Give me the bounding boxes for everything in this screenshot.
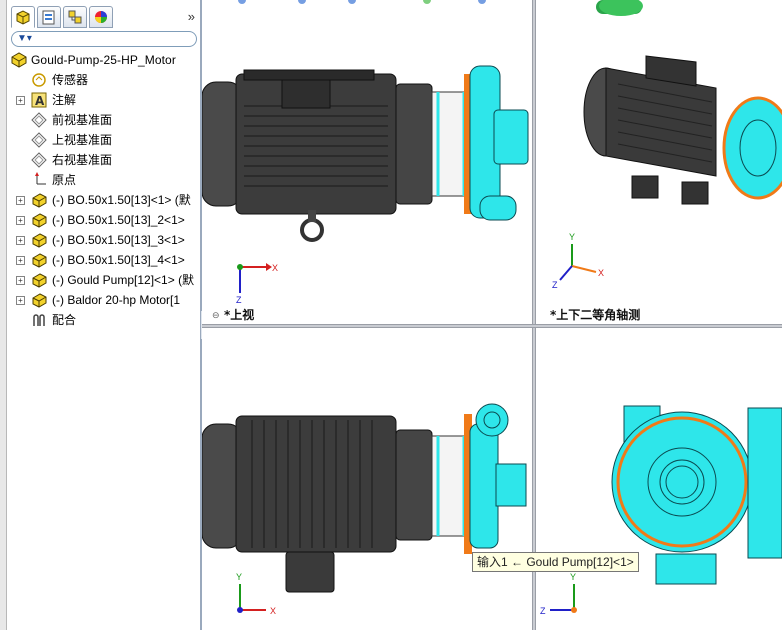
- expand-toggle-icon[interactable]: +: [16, 216, 25, 225]
- part-icon: [32, 273, 47, 288]
- expand-toggle-icon[interactable]: +: [16, 96, 25, 105]
- expand-toggle-icon[interactable]: +: [16, 236, 25, 245]
- part-icon: [32, 193, 47, 208]
- tab-display-manager[interactable]: [89, 6, 113, 28]
- part-icon: [32, 293, 47, 308]
- filter-icon: ▼▾: [17, 33, 32, 44]
- link-views-icon[interactable]: ⊖: [212, 310, 220, 321]
- tree-item[interactable]: + (-) BO.50x1.50[13]_3<1>: [7, 230, 200, 250]
- tree-item-label: 注解: [52, 93, 77, 107]
- tree-item[interactable]: 上视基准面: [7, 130, 200, 150]
- tree-item-label: (-) Gould Pump[12]<1> (默: [52, 273, 195, 287]
- feature-manager-panel: » ▼▾ Gould-Pump-25-HP_Motor 传感器 + A 注解前视基准面…: [7, 0, 207, 630]
- axis-triad-icon: Y Z: [540, 572, 577, 616]
- tree-root-assembly[interactable]: Gould-Pump-25-HP_Motor: [7, 50, 200, 70]
- svg-text:X: X: [598, 268, 604, 278]
- svg-text:X: X: [270, 606, 276, 616]
- axis-triad-icon: Y X: [236, 572, 276, 616]
- expand-toggle-icon[interactable]: +: [16, 196, 25, 205]
- plane-icon: [31, 152, 47, 168]
- axis-triad-icon: Y X Z: [552, 232, 604, 290]
- svg-text:Z: Z: [236, 295, 242, 305]
- tabs-overflow-chevron-icon[interactable]: »: [188, 9, 195, 24]
- tab-property-manager[interactable]: [37, 6, 61, 28]
- tree-item-label: (-) BO.50x1.50[13]_3<1>: [52, 233, 185, 247]
- tree-item-label: (-) BO.50x1.50[13]<1> (默: [52, 193, 191, 207]
- part-icon: [32, 213, 47, 228]
- viewport-front-view[interactable]: Y X: [202, 328, 532, 630]
- viewport-top-view[interactable]: X Z *上视 ⊖: [202, 0, 532, 324]
- plane-icon: [31, 132, 47, 148]
- svg-text:Y: Y: [569, 232, 575, 242]
- expand-toggle-icon[interactable]: +: [16, 256, 25, 265]
- viewport-right-view[interactable]: Y Z: [536, 328, 782, 630]
- part-icon: [32, 253, 47, 268]
- svg-text:X: X: [272, 263, 278, 273]
- tree-item-label: 原点: [52, 173, 77, 187]
- tree-item[interactable]: + (-) Baldor 20-hp Motor[1: [7, 290, 200, 310]
- tab-feature-manager[interactable]: [11, 6, 35, 28]
- tree-item-label: (-) BO.50x1.50[13]_4<1>: [52, 253, 185, 267]
- tree-item[interactable]: 原点: [7, 170, 200, 190]
- svg-text:A: A: [35, 94, 45, 108]
- mate-tooltip: 输入1 ← Gould Pump[12]<1>: [472, 552, 639, 572]
- configuration-manager-icon: [68, 10, 82, 24]
- svg-text:Y: Y: [236, 572, 242, 582]
- assembly-icon: [11, 52, 27, 68]
- tree-item[interactable]: + A 注解: [7, 90, 200, 110]
- svg-text:Y: Y: [570, 572, 576, 582]
- tree-item[interactable]: + (-) Gould Pump[12]<1> (默: [7, 270, 200, 290]
- viewport-isometric-view[interactable]: Y X Z *上下二等角轴测: [536, 0, 782, 324]
- svg-text:Z: Z: [540, 606, 546, 616]
- tree-item-label: 传感器: [52, 73, 89, 87]
- plane-icon: [31, 112, 47, 128]
- origin-icon: [35, 172, 46, 185]
- pump-model-top-view: X Z: [202, 0, 529, 305]
- viewport-label-isometric: *上下二等角轴测: [550, 308, 641, 322]
- tree-root-label: Gould-Pump-25-HP_Motor: [31, 53, 176, 67]
- tree-item-label: (-) Baldor 20-hp Motor[1: [52, 293, 181, 307]
- tree-item-label: (-) BO.50x1.50[13]_2<1>: [52, 213, 185, 227]
- feature-manager-icon: [16, 10, 30, 25]
- tree-item[interactable]: 右视基准面: [7, 150, 200, 170]
- expand-toggle-icon[interactable]: +: [16, 276, 25, 285]
- property-manager-icon: [42, 10, 55, 25]
- tree-item-label: 前视基准面: [52, 113, 113, 127]
- expand-toggle-icon[interactable]: +: [16, 296, 25, 305]
- sensor-icon: [32, 73, 46, 87]
- svg-text:Z: Z: [552, 280, 558, 290]
- viewport-label-top: *上视: [224, 308, 255, 322]
- left-window-edge: [0, 0, 7, 630]
- tree-item[interactable]: 前视基准面: [7, 110, 200, 130]
- tree-item[interactable]: 传感器: [7, 70, 200, 90]
- tree-item[interactable]: + (-) BO.50x1.50[13]_2<1>: [7, 210, 200, 230]
- pump-model-right-view: Y Z: [540, 405, 782, 616]
- tree-item-label: 配合: [52, 313, 77, 327]
- annotation-icon: A: [31, 92, 47, 108]
- manager-tabs: »: [11, 6, 197, 28]
- tree-filter-field[interactable]: ▼▾: [11, 31, 197, 47]
- mates-icon: [33, 314, 45, 326]
- pump-model-front-view: Y X: [202, 403, 527, 616]
- pump-model-isometric-view: Y X Z: [552, 0, 782, 290]
- tree-item[interactable]: + (-) BO.50x1.50[13]_4<1>: [7, 250, 200, 270]
- axis-triad-icon: X Z: [236, 263, 278, 305]
- tree-item[interactable]: + (-) BO.50x1.50[13]<1> (默: [7, 190, 200, 210]
- tree-item-label: 右视基准面: [52, 153, 113, 167]
- part-icon: [32, 233, 47, 248]
- tree-item-label: 上视基准面: [52, 133, 113, 147]
- tree-item[interactable]: 配合: [7, 310, 200, 330]
- display-manager-icon: [95, 11, 107, 23]
- tab-configuration-manager[interactable]: [63, 6, 87, 28]
